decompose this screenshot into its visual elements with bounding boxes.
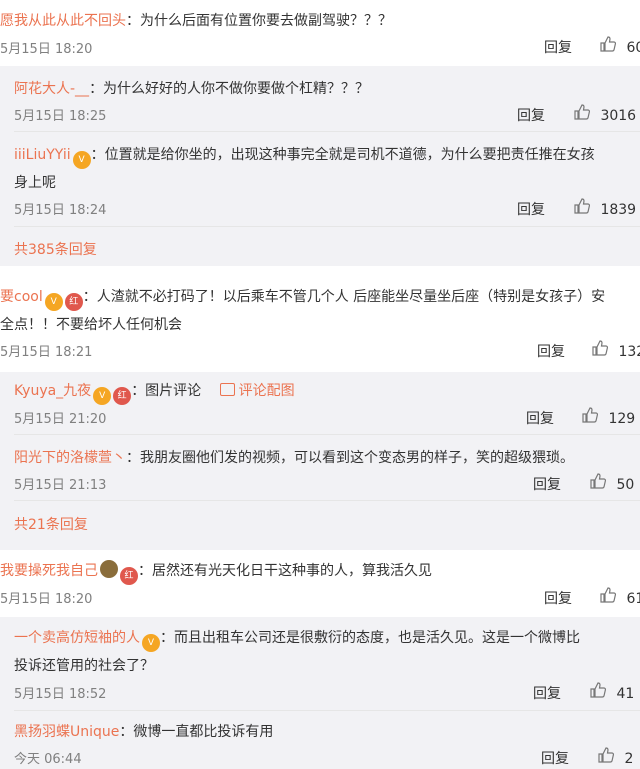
like-count: 2: [624, 751, 634, 767]
reply-button[interactable]: 回复: [544, 588, 572, 608]
comment-time: 5月15日 18:20: [0, 592, 93, 607]
reply-button[interactable]: 回复: [533, 683, 561, 703]
comment-text: ：人渣就不必打码了！以后乘车不管几个人 后座能坐尽量坐后座（特别是女孩子）安: [82, 289, 606, 305]
thumbs-up-icon: [600, 587, 617, 603]
subreply: iiiLiuYYii V ：位置就是给你坐的，出现这种事完全就是司机不道德，为什么要…: [14, 144, 595, 169]
comment-time: 5月15日 18:21: [0, 345, 93, 360]
thumbs-up-icon: [600, 36, 617, 52]
like-button[interactable]: 2: [598, 747, 633, 767]
reply-button[interactable]: 回复: [544, 37, 572, 57]
reply-time: 5月15日 18:24: [14, 203, 107, 218]
like-count: 1839: [600, 202, 637, 218]
owl-badge-icon: [100, 560, 118, 578]
reply-button[interactable]: 回复: [517, 199, 545, 219]
reply-text: ：微博一直都比投诉有用: [119, 724, 274, 740]
like-count: 50: [616, 477, 635, 493]
reply-button[interactable]: 回复: [541, 748, 569, 768]
comment-user[interactable]: 我要操死我自己: [0, 563, 98, 579]
reply-time: 5月15日 18:52: [14, 687, 107, 702]
comment-text: ：为什么后面有位置你要去做副驾驶？？？: [126, 13, 392, 29]
thumbs-up-icon: [598, 747, 615, 763]
image-link[interactable]: 评论配图: [219, 383, 295, 399]
reply-text-cont: 投诉还管用的社会了？: [14, 658, 154, 674]
like-count: 129: [608, 411, 636, 427]
reply-time: 今天 06:44: [14, 752, 82, 767]
subreply: 阿花大人-__：为什么好好的人你不做你要做个杠精？？？: [14, 78, 369, 98]
reply-button[interactable]: 回复: [537, 341, 565, 361]
reply-time: 5月15日 21:20: [14, 412, 107, 427]
thumbs-up-icon: [590, 682, 607, 698]
reply-user[interactable]: Kyuya_九夜: [14, 383, 91, 399]
more-replies-link[interactable]: 共385条回复: [14, 239, 97, 259]
red-badge-icon: 红: [64, 293, 83, 311]
red-badge-icon: 红: [113, 387, 132, 405]
subreply: 一个卖高仿短袖的人 V ：而且出租车公司还是很敷衍的态度，也是活久见。这是一个微博比: [14, 627, 580, 652]
reply-button[interactable]: 回复: [526, 408, 554, 428]
comment-text-cont: 全点！！不要给坏人任何机会: [0, 317, 182, 333]
comment-user[interactable]: 愿我从此从此不回头: [0, 13, 126, 29]
thumbs-up-icon: [574, 198, 591, 214]
divider: [14, 500, 640, 501]
subreply: 黑扬羽蝶Unique：微博一直都比投诉有用: [14, 721, 273, 741]
reply-button[interactable]: 回复: [533, 474, 561, 494]
comment-user[interactable]: 要cool: [0, 289, 43, 305]
like-button[interactable]: 60: [600, 36, 640, 56]
subreply: 阳光下的洛檬萱丶：我朋友圈他们发的视频，可以看到这个变态男的样子，笑的超级猥琐。: [14, 447, 574, 467]
vip-badge-icon: V: [93, 387, 112, 405]
reply-user[interactable]: 一个卖高仿短袖的人: [14, 630, 140, 646]
more-replies-link[interactable]: 共21条回复: [14, 514, 88, 534]
like-count: 3016: [600, 108, 637, 124]
like-count: 132: [618, 344, 640, 360]
comment-time: 5月15日 18:20: [0, 42, 93, 57]
like-button[interactable]: 61: [600, 587, 640, 607]
comment-1: 愿我从此从此不回头：为什么后面有位置你要去做副驾驶？？？: [0, 10, 392, 30]
reply-time: 5月15日 21:13: [14, 478, 107, 493]
like-button[interactable]: 129: [582, 407, 635, 427]
divider: [14, 710, 640, 711]
divider: [14, 226, 640, 227]
like-button[interactable]: 41: [590, 682, 634, 702]
thumbs-up-icon: [582, 407, 599, 423]
reply-user[interactable]: 黑扬羽蝶Unique: [14, 724, 119, 740]
thumbs-up-icon: [592, 340, 609, 356]
comment-text: ：居然还有光天化日干这种事的人，算我活久见: [138, 563, 432, 579]
divider: [14, 434, 640, 435]
reply-text: ：我朋友圈他们发的视频，可以看到这个变态男的样子，笑的超级猥琐。: [126, 450, 574, 466]
reply-text: ：位置就是给你坐的，出现这种事完全就是司机不道德，为什么要把责任推在女孩: [90, 147, 595, 163]
reply-user[interactable]: 阿花大人-__: [14, 81, 89, 97]
like-button[interactable]: 1839: [574, 198, 636, 218]
thumbs-up-icon: [590, 473, 607, 489]
vip-badge-icon: V: [72, 151, 91, 169]
reply-user[interactable]: iiiLiuYYii: [14, 147, 71, 163]
like-count: 41: [616, 686, 635, 702]
subreply: Kyuya_九夜 V 红：图片评论 评论配图: [14, 380, 295, 405]
vip-badge-icon: V: [44, 293, 63, 311]
reply-text-cont: 身上呢: [14, 175, 56, 191]
comment-3: 我要操死我自己 红：居然还有光天化日干这种事的人，算我活久见: [0, 560, 432, 585]
divider: [14, 131, 640, 132]
reply-user[interactable]: 阳光下的洛檬萱丶: [14, 450, 126, 466]
reply-button[interactable]: 回复: [517, 105, 545, 125]
thumbs-up-icon: [574, 104, 591, 120]
reply-text: ：为什么好好的人你不做你要做个杠精？？？: [89, 81, 370, 97]
like-button[interactable]: 3016: [574, 104, 636, 124]
reply-text: ：图片评论: [131, 383, 202, 399]
reply-time: 5月15日 18:25: [14, 109, 107, 124]
red-badge-icon: 红: [120, 567, 138, 585]
like-button[interactable]: 50: [590, 473, 634, 493]
like-count: 60: [626, 40, 640, 56]
comment-2: 要cool V 红：人渣就不必打码了！以后乘车不管几个人 后座能坐尽量坐后座（特别是…: [0, 286, 605, 311]
reply-text: ：而且出租车公司还是很敷衍的态度，也是活久见。这是一个微博比: [160, 630, 580, 646]
vip-badge-icon: V: [142, 634, 160, 652]
like-button[interactable]: 132: [592, 340, 640, 360]
picture-icon: [219, 383, 235, 396]
like-count: 61: [626, 591, 640, 607]
